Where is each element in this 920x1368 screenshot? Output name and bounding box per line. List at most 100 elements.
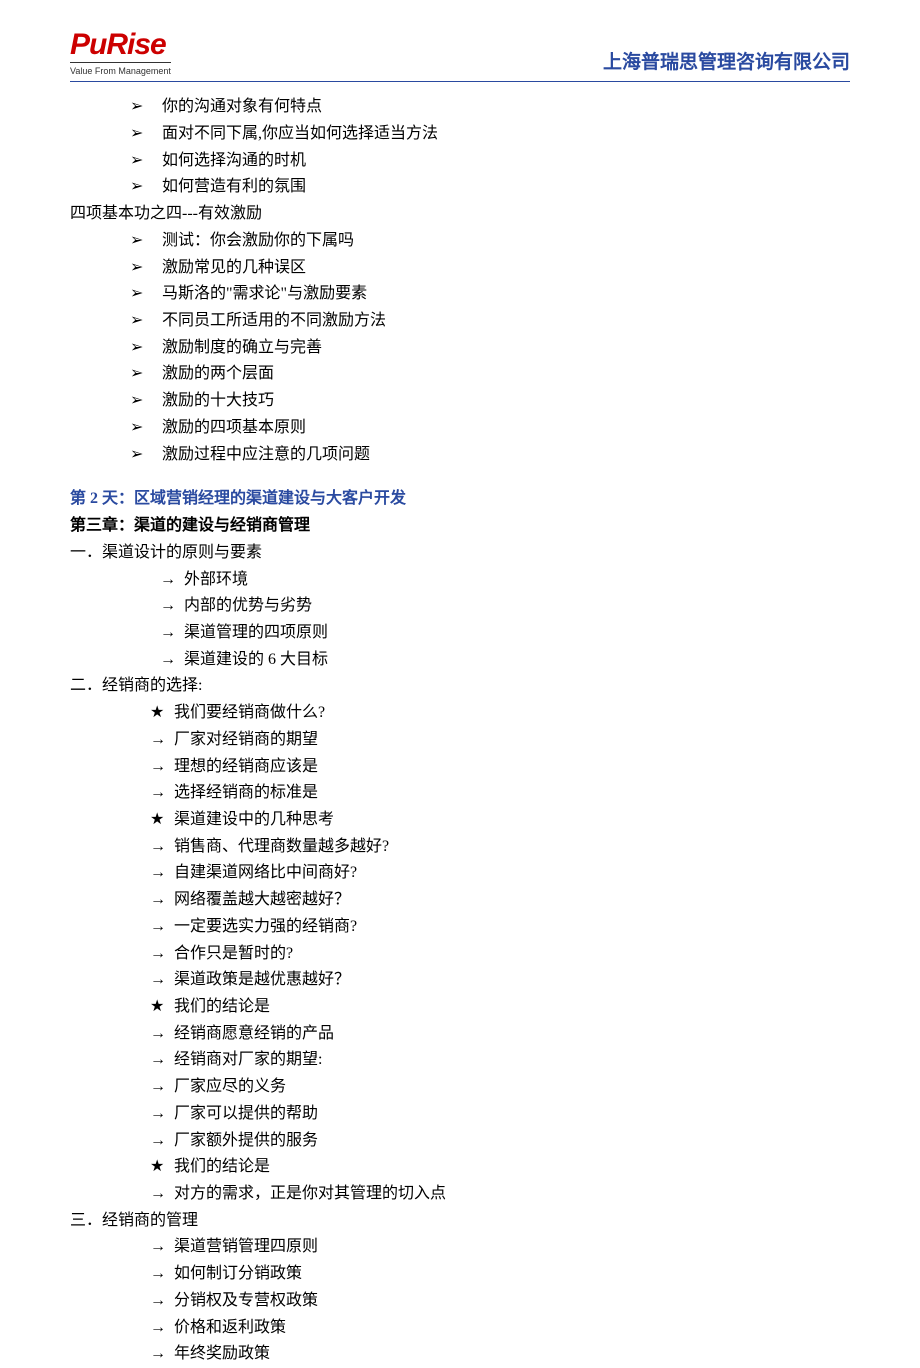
star-icon: ★ bbox=[150, 1154, 174, 1181]
list-item: →外部环境 bbox=[70, 567, 850, 594]
logo: PuRise Value From Management bbox=[70, 30, 171, 79]
list-item: ➢激励常见的几种误区 bbox=[70, 255, 850, 282]
arrow-right-icon: → bbox=[150, 834, 174, 861]
arrow-right-icon: → bbox=[160, 567, 184, 594]
list-item: →销售商、代理商数量越多越好? bbox=[70, 834, 850, 861]
star-icon: ★ bbox=[150, 700, 174, 727]
page-header: PuRise Value From Management 上海普瑞思管理咨询有限… bbox=[70, 30, 850, 82]
list-text: 对方的需求，正是你对其管理的切入点 bbox=[174, 1185, 446, 1202]
list-item: ➢面对不同下属,你应当如何选择适当方法 bbox=[70, 121, 850, 148]
arrow-right-icon: → bbox=[150, 780, 174, 807]
list-item: →厂家可以提供的帮助 bbox=[70, 1101, 850, 1128]
list-text: 面对不同下属,你应当如何选择适当方法 bbox=[162, 125, 438, 142]
list-text: 如何营造有利的氛围 bbox=[162, 178, 306, 195]
arrow-right-icon: → bbox=[150, 1128, 174, 1155]
arrow-right-icon: → bbox=[150, 727, 174, 754]
section-title: 二．经销商的选择: bbox=[70, 673, 850, 700]
arrow-right-icon: → bbox=[160, 647, 184, 674]
list-text: 厂家可以提供的帮助 bbox=[174, 1105, 318, 1122]
list-item: ★我们的结论是 bbox=[70, 1154, 850, 1181]
list-item: ★我们的结论是 bbox=[70, 994, 850, 1021]
chevron-right-icon: ➢ bbox=[130, 361, 162, 388]
arrow-right-icon: → bbox=[150, 1047, 174, 1074]
arrow-right-icon: → bbox=[150, 1315, 174, 1342]
list-item: ➢你的沟通对象有何特点 bbox=[70, 94, 850, 121]
document-content: ➢你的沟通对象有何特点 ➢面对不同下属,你应当如何选择适当方法 ➢如何选择沟通的… bbox=[70, 94, 850, 1368]
chevron-right-icon: ➢ bbox=[130, 94, 162, 121]
list-text: 激励的两个层面 bbox=[162, 365, 274, 382]
list-text: 不同员工所适用的不同激励方法 bbox=[162, 312, 386, 329]
list-text: 我们的结论是 bbox=[174, 998, 270, 1015]
logo-text: PuRise bbox=[70, 30, 166, 60]
list-item: →选择经销商的标准是 bbox=[70, 780, 850, 807]
list-item: →厂家应尽的义务 bbox=[70, 1074, 850, 1101]
list-text: 渠道建设中的几种思考 bbox=[174, 811, 334, 828]
chevron-right-icon: ➢ bbox=[130, 228, 162, 255]
company-name: 上海普瑞思管理咨询有限公司 bbox=[603, 47, 850, 79]
list-item: →年终奖励政策 bbox=[70, 1341, 850, 1368]
section-title: 一．渠道设计的原则与要素 bbox=[70, 540, 850, 567]
list-item: →经销商愿意经销的产品 bbox=[70, 1021, 850, 1048]
list-text: 我们要经销商做什么? bbox=[174, 704, 325, 721]
list-item: →渠道管理的四项原则 bbox=[70, 620, 850, 647]
list-text: 渠道政策是越优惠越好？ bbox=[174, 971, 350, 988]
list-item: →如何制订分销政策 bbox=[70, 1261, 850, 1288]
chevron-right-icon: ➢ bbox=[130, 308, 162, 335]
list-text: 销售商、代理商数量越多越好? bbox=[174, 838, 389, 855]
list-item: ➢马斯洛的"需求论"与激励要素 bbox=[70, 281, 850, 308]
list-item: ➢激励过程中应注意的几项问题 bbox=[70, 442, 850, 469]
list-item: ➢不同员工所适用的不同激励方法 bbox=[70, 308, 850, 335]
list-item: →渠道建设的 6 大目标 bbox=[70, 647, 850, 674]
list-text: 激励常见的几种误区 bbox=[162, 259, 306, 276]
list-item: ➢如何营造有利的氛围 bbox=[70, 174, 850, 201]
arrow-right-icon: → bbox=[160, 593, 184, 620]
chevron-right-icon: ➢ bbox=[130, 442, 162, 469]
list-text: 自建渠道网络比中间商好? bbox=[174, 864, 357, 881]
list-text: 厂家额外提供的服务 bbox=[174, 1132, 318, 1149]
arrow-right-icon: → bbox=[150, 1021, 174, 1048]
list-item: ➢如何选择沟通的时机 bbox=[70, 148, 850, 175]
list-text: 选择经销商的标准是 bbox=[174, 784, 318, 801]
list-item: ★我们要经销商做什么? bbox=[70, 700, 850, 727]
list-text: 激励过程中应注意的几项问题 bbox=[162, 446, 370, 463]
chevron-right-icon: ➢ bbox=[130, 255, 162, 282]
arrow-right-icon: → bbox=[150, 967, 174, 994]
list-text: 激励的四项基本原则 bbox=[162, 419, 306, 436]
list-item: →分销权及专营权政策 bbox=[70, 1288, 850, 1315]
list-text: 如何选择沟通的时机 bbox=[162, 152, 306, 169]
section-title: 三．经销商的管理 bbox=[70, 1208, 850, 1235]
chevron-right-icon: ➢ bbox=[130, 281, 162, 308]
list-text: 经销商对厂家的期望: bbox=[174, 1051, 322, 1068]
day-title: 第 2 天：区域营销经理的渠道建设与大客户开发 bbox=[70, 486, 850, 513]
arrow-right-icon: → bbox=[150, 1341, 174, 1368]
list-item: →网络覆盖越大越密越好？ bbox=[70, 887, 850, 914]
chapter-title: 第三章：渠道的建设与经销商管理 bbox=[70, 513, 850, 540]
list-text: 激励的十大技巧 bbox=[162, 392, 274, 409]
list-item: →一定要选实力强的经销商? bbox=[70, 914, 850, 941]
list-item: →厂家额外提供的服务 bbox=[70, 1128, 850, 1155]
list-text: 渠道管理的四项原则 bbox=[184, 624, 328, 641]
chevron-right-icon: ➢ bbox=[130, 415, 162, 442]
list-item: →渠道营销管理四原则 bbox=[70, 1234, 850, 1261]
chevron-right-icon: ➢ bbox=[130, 148, 162, 175]
list-text: 一定要选实力强的经销商? bbox=[174, 918, 357, 935]
list-text: 我们的结论是 bbox=[174, 1158, 270, 1175]
list-text: 马斯洛的"需求论"与激励要素 bbox=[162, 285, 367, 302]
logo-tagline: Value From Management bbox=[70, 62, 171, 79]
star-icon: ★ bbox=[150, 807, 174, 834]
chevron-right-icon: ➢ bbox=[130, 174, 162, 201]
arrow-right-icon: → bbox=[150, 860, 174, 887]
arrow-right-icon: → bbox=[150, 1101, 174, 1128]
arrow-right-icon: → bbox=[150, 941, 174, 968]
chevron-right-icon: ➢ bbox=[130, 335, 162, 362]
list-text: 年终奖励政策 bbox=[174, 1345, 270, 1362]
list-text: 如何制订分销政策 bbox=[174, 1265, 302, 1282]
list-text: 网络覆盖越大越密越好？ bbox=[174, 891, 350, 908]
arrow-right-icon: → bbox=[160, 620, 184, 647]
arrow-right-icon: → bbox=[150, 1288, 174, 1315]
list-text: 经销商愿意经销的产品 bbox=[174, 1025, 334, 1042]
list-item: →价格和返利政策 bbox=[70, 1315, 850, 1342]
arrow-right-icon: → bbox=[150, 887, 174, 914]
list-item: →厂家对经销商的期望 bbox=[70, 727, 850, 754]
list-text: 价格和返利政策 bbox=[174, 1319, 286, 1336]
